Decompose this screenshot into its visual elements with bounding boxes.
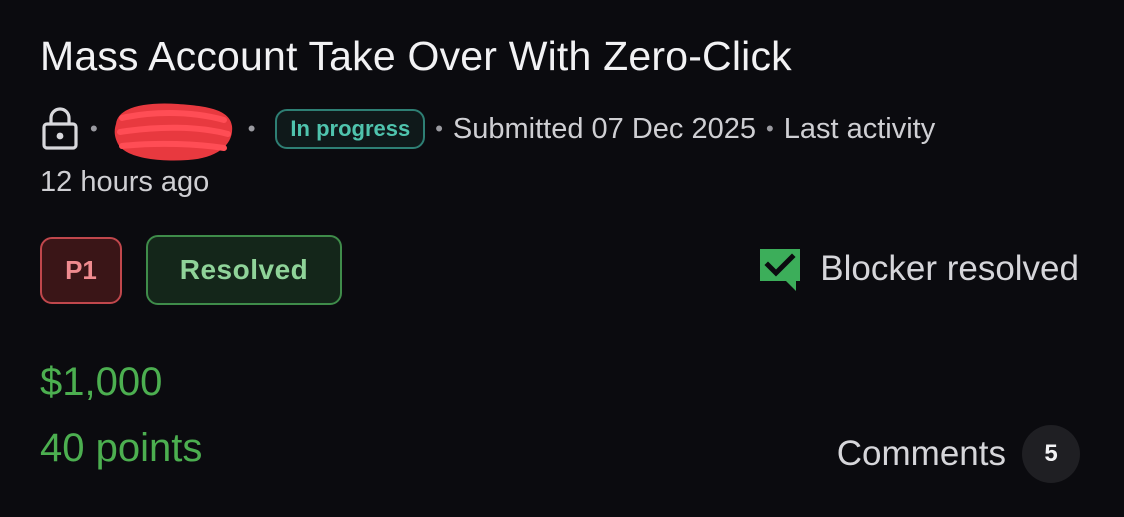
separator-dot: • (247, 116, 256, 141)
separator-dot: • (435, 116, 443, 141)
severity-badge: P1 (40, 236, 122, 304)
separator-dot: • (766, 116, 774, 141)
report-card[interactable]: Mass Account Take Over With Zero-Click •… (0, 0, 1124, 517)
blocker-status: Blocker resolved (756, 245, 1079, 293)
last-activity-label: Last activity (783, 112, 936, 145)
separator-dot: • (90, 116, 98, 141)
blocker-label: Blocker resolved (820, 249, 1079, 288)
comments-label: Comments (836, 434, 1006, 473)
reputation-points: 40 points (40, 426, 203, 470)
last-activity-value: 12 hours ago (40, 166, 210, 198)
state-badge: Resolved (146, 235, 342, 305)
status-badge: In progress (275, 109, 426, 149)
comments-count-badge: 5 (1022, 425, 1080, 483)
lock-icon (40, 107, 80, 151)
comments-link[interactable]: Comments 5 (837, 425, 1080, 483)
badge-row: P1 Resolved (40, 235, 342, 305)
submitted-date: Submitted 07 Dec 2025 (452, 112, 757, 145)
checkmark-comment-icon (756, 245, 804, 293)
report-title[interactable]: Mass Account Take Over With Zero-Click (40, 33, 792, 80)
report-meta-row: • • In progress • Submitted 07 Dec 2025 … (40, 103, 936, 161)
redacted-username (108, 96, 238, 166)
bounty-amount: $1,000 (40, 360, 163, 404)
